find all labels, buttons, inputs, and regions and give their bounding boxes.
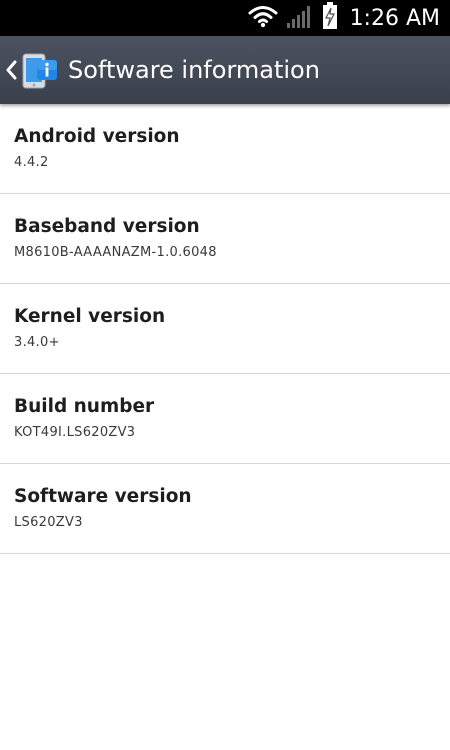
item-title: Android version — [14, 126, 180, 147]
item-title: Baseband version — [14, 216, 200, 237]
list-item-kernel-version[interactable]: Kernel version 3.4.0+ — [0, 284, 450, 374]
action-bar: Software information — [0, 36, 450, 104]
item-title: Kernel version — [14, 306, 166, 327]
status-time: 1:26 AM — [349, 5, 440, 31]
list-item-software-version[interactable]: Software version LS620ZV3 — [0, 464, 450, 554]
list-item-build-number[interactable]: Build number KOT49I.LS620ZV3 — [0, 374, 450, 464]
battery-charging-icon — [322, 2, 338, 34]
software-info-list: Android version 4.4.2 Baseband version M… — [0, 104, 450, 554]
signal-icon — [286, 3, 314, 33]
list-item-baseband-version[interactable]: Baseband version M8610B-AAAANAZM-1.0.604… — [0, 194, 450, 284]
status-bar: 1:26 AM — [0, 0, 450, 36]
item-title: Build number — [14, 396, 155, 417]
item-value: 4.4.2 — [14, 155, 49, 170]
phone-info-icon[interactable] — [20, 48, 62, 92]
wifi-icon — [248, 4, 278, 32]
list-item-android-version[interactable]: Android version 4.4.2 — [0, 104, 450, 194]
page-title: Software information — [68, 56, 320, 84]
chevron-left-icon[interactable] — [4, 59, 18, 81]
item-title: Software version — [14, 486, 192, 507]
item-value: 3.4.0+ — [14, 335, 60, 350]
item-value: KOT49I.LS620ZV3 — [14, 425, 136, 440]
status-icons: 1:26 AM — [248, 0, 440, 36]
item-value: LS620ZV3 — [14, 515, 83, 530]
item-value: M8610B-AAAANAZM-1.0.6048 — [14, 245, 217, 260]
